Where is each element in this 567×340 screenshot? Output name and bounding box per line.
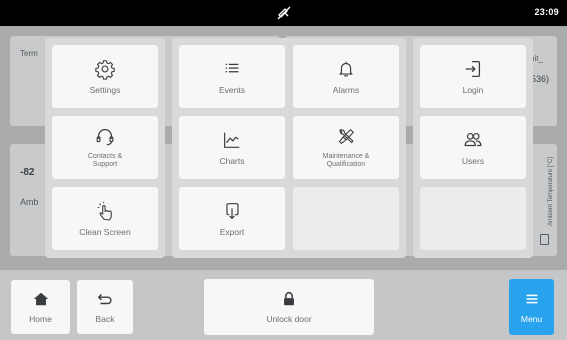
menu-tile-label-line: Maintenance & <box>322 153 370 160</box>
headset-icon <box>96 129 114 146</box>
unlock-door-button-label: Unlock door <box>266 314 312 324</box>
hand-tap-icon <box>97 201 112 221</box>
menu-tile-settings[interactable]: Settings <box>52 45 158 108</box>
line-chart-icon <box>224 132 240 148</box>
menu-tile-label: Alarms <box>332 85 360 95</box>
back-button[interactable]: Back <box>77 280 133 334</box>
menu-tile-login[interactable]: Login <box>420 45 526 108</box>
bg-small-icon <box>540 234 549 245</box>
menu-panel-right: Login Users <box>413 38 533 258</box>
tools-icon <box>339 129 354 144</box>
gear-icon <box>95 60 115 80</box>
menu-tile-label: Users <box>461 156 485 166</box>
back-button-label: Back <box>95 314 115 324</box>
menu-tile-alarms[interactable]: Alarms <box>293 45 399 108</box>
menu-tile-label: Charts <box>219 156 245 166</box>
login-icon <box>465 61 481 77</box>
bg-label: 536) <box>531 74 550 84</box>
bg-label: Term <box>20 49 38 58</box>
menu-button-label: Menu <box>520 314 543 324</box>
bottom-navigation-bar: Home Back Unlock door Menu <box>0 270 567 340</box>
menu-tile-events[interactable]: Events <box>179 45 285 108</box>
menu-tile-users[interactable]: Users <box>420 116 526 179</box>
menu-tile-label: Contacts & Support <box>88 153 122 169</box>
export-icon <box>226 203 239 220</box>
home-button[interactable]: Home <box>11 280 70 334</box>
home-icon <box>33 292 48 306</box>
menu-tile-empty <box>420 187 526 250</box>
menu-panel-middle: Events Alarms Charts Maintenance & Quali… <box>172 38 406 258</box>
menu-tile-charts[interactable]: Charts <box>179 116 285 179</box>
menu-tile-clean-screen[interactable]: Clean Screen <box>52 187 158 250</box>
back-arrow-icon <box>97 293 112 305</box>
bell-icon <box>339 61 353 77</box>
menu-tile-label-line: Qualification <box>326 161 366 168</box>
no-connection-icon <box>277 6 291 20</box>
menu-tile-label: Maintenance & Qualification <box>323 153 370 169</box>
bg-vertical-label: Ambient Temperature [°C] <box>548 157 554 226</box>
status-bar: 23:09 <box>0 0 567 26</box>
menu-tile-label-line: Contacts & <box>87 153 123 160</box>
menu-tile-contacts-support[interactable]: Contacts & Support <box>52 116 158 179</box>
menu-tile-maintenance[interactable]: Maintenance & Qualification <box>293 116 399 179</box>
lock-icon <box>284 292 294 306</box>
menu-tile-label: Settings <box>89 85 121 95</box>
menu-tile-label: Login <box>462 85 484 95</box>
menu-tile-label: Clean Screen <box>79 227 131 237</box>
bg-value: -82 <box>20 167 35 178</box>
menu-tile-label: Events <box>219 85 245 95</box>
menu-tile-label-line: Support <box>92 161 118 168</box>
clock: 23:09 <box>534 7 559 17</box>
menu-tile-export[interactable]: Export <box>179 187 285 250</box>
unlock-door-button[interactable]: Unlock door <box>204 279 374 335</box>
list-icon <box>225 63 239 73</box>
hamburger-menu-icon <box>526 294 537 304</box>
menu-panel-left: Settings Contacts & Support Clean Screen <box>45 38 165 258</box>
menu-tile-label: Export <box>219 227 245 237</box>
bg-label: Amb <box>20 197 39 207</box>
home-button-label: Home <box>29 314 52 324</box>
menu-tile-empty <box>293 187 399 250</box>
menu-button[interactable]: Menu <box>509 279 554 335</box>
users-icon <box>464 132 482 147</box>
